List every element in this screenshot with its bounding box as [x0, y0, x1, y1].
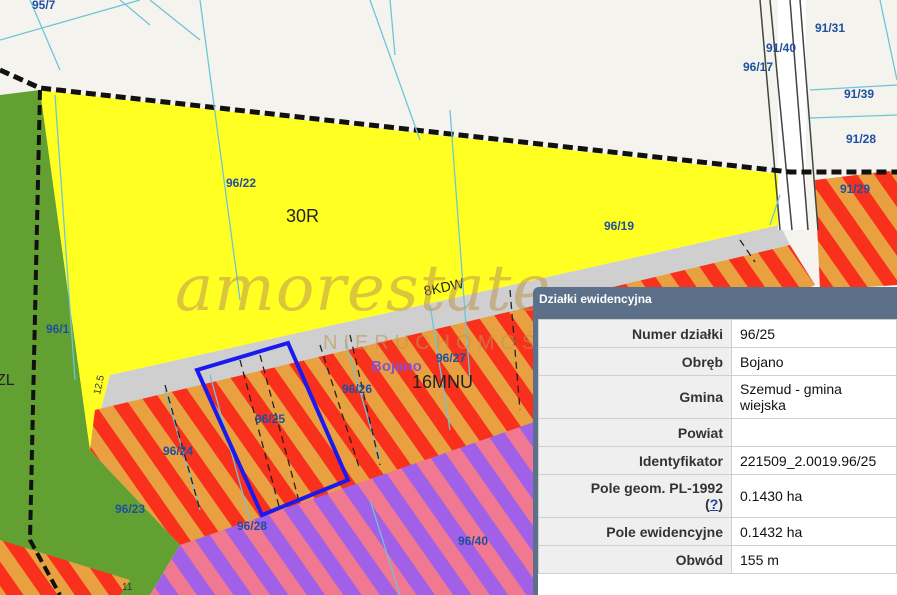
parcel-label: 96/17	[743, 60, 773, 74]
panel-title: Działki ewidencyjna	[539, 292, 652, 306]
row-key-text: Pole geom. PL-1992	[590, 480, 723, 496]
row-value: 96/25	[731, 319, 897, 348]
parcel-label: 96/27	[436, 351, 466, 365]
zone-label-30r: 30R	[286, 206, 319, 226]
row-value: 155 m	[731, 545, 897, 574]
parcel-label: 91/39	[844, 87, 874, 101]
row-key: Pole ewidencyjne	[538, 517, 732, 546]
row-key: Gmina	[538, 375, 732, 419]
parcel-label: 91/31	[815, 21, 845, 35]
zone-label-zl: ZL	[0, 372, 15, 389]
parcel-label: 96/28	[237, 519, 267, 533]
row-value: Bojano	[731, 347, 897, 376]
parcel-label: 96/26	[342, 382, 372, 396]
row-value: Szemud - gmina wiejska	[731, 375, 897, 419]
row-value	[731, 418, 897, 447]
parcel-info-panel: Działki ewidencyjna Numer działki 96/25 O…	[533, 287, 897, 595]
parcel-label: 96/24	[163, 444, 193, 458]
parcel-label: 91/29	[840, 182, 870, 196]
zone-label-16mnu: 16MNU	[412, 372, 473, 392]
row-value: 221509_2.0019.96/25	[731, 446, 897, 475]
place-name: Bojano	[371, 358, 422, 375]
road-width-label: 11	[122, 582, 133, 593]
table-row: Obwód 155 m	[538, 545, 897, 574]
table-row: Powiat	[538, 418, 897, 447]
parcel-label: 95/7	[32, 0, 56, 12]
parcel-label: 96/19	[604, 219, 634, 233]
parcel-label: 96/25	[255, 412, 285, 426]
row-value: 0.1430 ha	[731, 474, 897, 518]
table-row: Obręb Bojano	[538, 347, 897, 376]
row-key: Obręb	[538, 347, 732, 376]
parcel-info-table: Numer działki 96/25 Obręb Bojano Gmina Szem…	[538, 319, 897, 574]
parcel-label: 91/40	[766, 41, 796, 55]
help-link[interactable]: ?	[710, 496, 719, 512]
panel-body: Numer działki 96/25 Obręb Bojano Gmina Szem…	[538, 319, 897, 595]
parcel-label: 96/40	[458, 534, 488, 548]
table-row: Pole geom. PL-1992 (?) 0.1430 ha	[538, 474, 897, 518]
table-row: Pole ewidencyjne 0.1432 ha	[538, 517, 897, 546]
table-row: Identyfikator 221509_2.0019.96/25	[538, 446, 897, 475]
row-key: Numer działki	[538, 319, 732, 348]
row-key: Pole geom. PL-1992 (?)	[538, 474, 732, 518]
parcel-label: 96/23	[115, 502, 145, 516]
row-value: 0.1432 ha	[731, 517, 897, 546]
parcel-label: 96/1	[46, 322, 70, 336]
row-key: Identyfikator	[538, 446, 732, 475]
row-key: Obwód	[538, 545, 732, 574]
row-key: Powiat	[538, 418, 732, 447]
table-row: Gmina Szemud - gmina wiejska	[538, 375, 897, 419]
parcel-label: 96/22	[226, 176, 256, 190]
parcel-label: 91/28	[846, 132, 876, 146]
table-row: Numer działki 96/25	[538, 319, 897, 348]
